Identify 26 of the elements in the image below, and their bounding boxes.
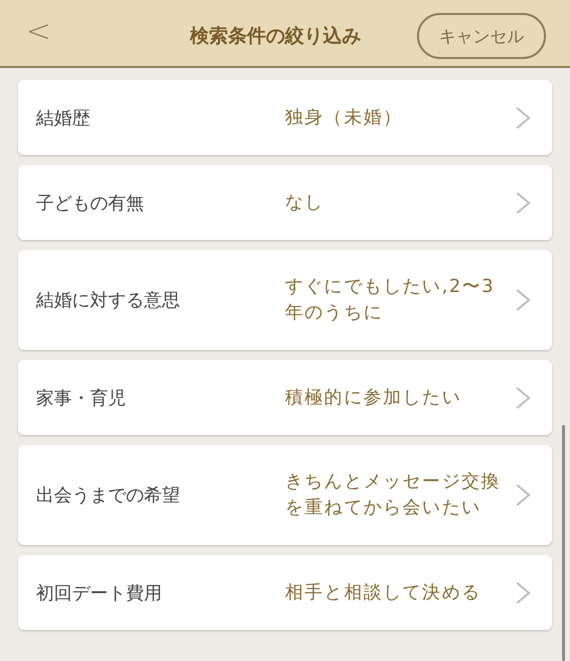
chevron-right-icon [515,580,531,604]
chevron-right-icon [515,483,531,507]
chevron-right-icon [515,106,531,130]
filter-label: 家事・育児 [35,386,127,410]
filter-row[interactable]: 出会うまでの希望 きちんとメッセージ交換を重ねてから会いたい [18,445,552,545]
filter-value: 独身（未婚） [285,106,404,130]
filter-label: 初回デート費用 [35,582,163,604]
chevron-right-icon [515,288,531,312]
chevron-right-icon [515,386,531,410]
filter-value: 積極的に参加したい [285,386,462,410]
filter-value: 相手と相談して決める [285,580,482,604]
cancel-button[interactable]: キャンセル [417,13,546,59]
filter-row[interactable]: 結婚に対する意思 すぐにでもしたい,2〜3年のうちに [18,250,552,350]
filter-label: 結婚歴 [35,106,91,130]
filter-value: なし [285,190,326,214]
filter-row[interactable]: 家事・育児 積極的に参加したい [18,360,552,435]
filter-row[interactable]: 子どもの有無 なし [18,165,552,240]
filter-value: すぐにでもしたい,2〜3年のうちに [285,275,496,325]
filter-row[interactable]: 初回デート費用 相手と相談して決める [18,555,552,630]
filter-label: 子どもの有無 [35,192,145,214]
filter-label: 出会うまでの希望 [35,484,181,507]
filter-label: 結婚に対する意思 [35,289,181,312]
filter-value: きちんとメッセージ交換を重ねてから会いたい [285,470,502,520]
chevron-right-icon [515,190,531,214]
page-title: 検索条件の絞り込み [190,24,361,49]
filter-row[interactable]: 結婚歴 独身（未婚） [18,80,552,155]
